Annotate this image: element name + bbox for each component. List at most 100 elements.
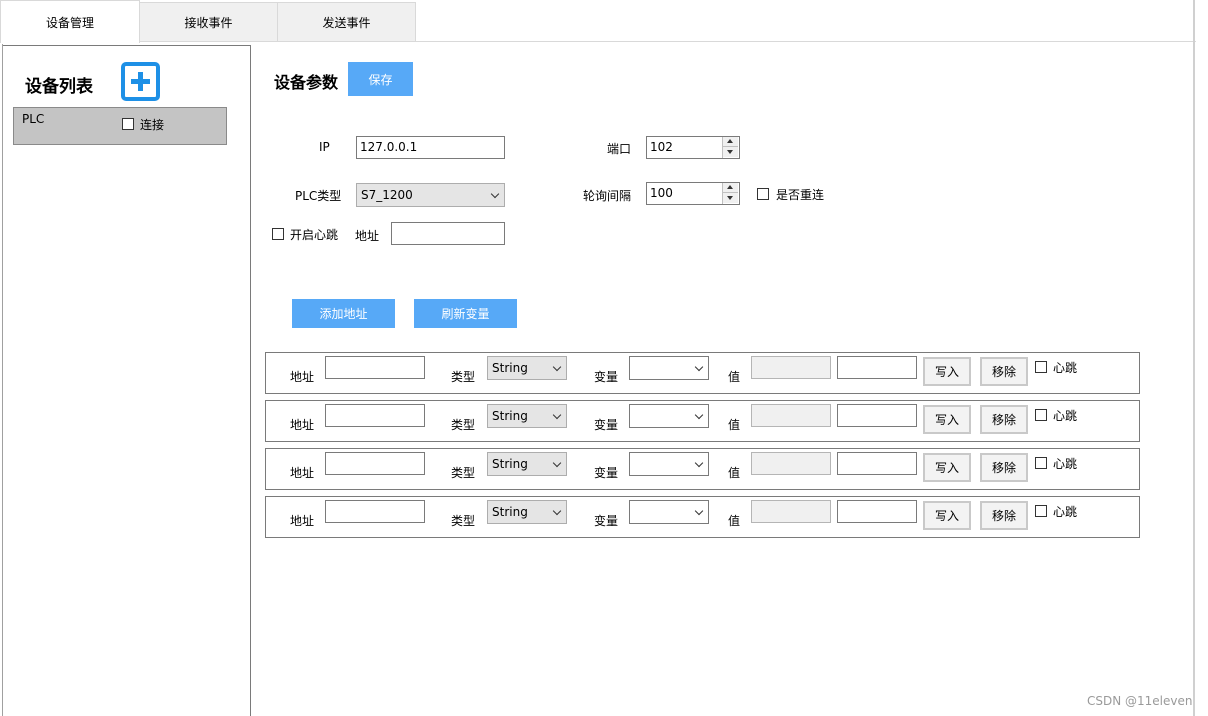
row-heartbeat-checkbox[interactable] — [1035, 361, 1047, 373]
row-heartbeat-label: 心跳 — [1053, 457, 1078, 471]
row-value-input[interactable] — [837, 452, 917, 475]
row-value-input[interactable] — [837, 500, 917, 523]
row-variable-select[interactable] — [629, 500, 709, 524]
address-row: 地址 类型 String 变量 值 写入 移除 心跳 — [265, 496, 1140, 538]
row-variable-select[interactable] — [629, 356, 709, 380]
heartbeat-checkbox[interactable] — [272, 228, 284, 240]
port-spin-buttons — [722, 137, 739, 158]
row-type-select[interactable]: String — [487, 452, 567, 476]
tab-divider — [0, 41, 1196, 42]
row-type-value: String — [492, 505, 528, 519]
row-remove-button[interactable]: 移除 — [980, 405, 1028, 434]
row-address-input[interactable] — [325, 452, 425, 475]
row-value-display — [751, 404, 831, 427]
row-write-button[interactable]: 写入 — [923, 453, 971, 482]
poll-interval-label: 轮询间隔 — [583, 189, 632, 203]
tab-send-events[interactable]: 发送事件 — [277, 2, 416, 42]
tab-label: 设备管理 — [45, 15, 94, 30]
row-value-display — [751, 356, 831, 379]
row-type-label: 类型 — [451, 370, 476, 384]
reconnect-label: 是否重连 — [776, 188, 825, 202]
row-address-input[interactable] — [325, 356, 425, 379]
row-value-label: 值 — [728, 370, 741, 384]
connect-checkbox[interactable] — [122, 118, 134, 130]
chevron-down-icon — [552, 410, 562, 420]
chevron-down-icon — [694, 506, 704, 516]
row-remove-button[interactable]: 移除 — [980, 501, 1028, 530]
row-address-input[interactable] — [325, 500, 425, 523]
row-address-input[interactable] — [325, 404, 425, 427]
row-value-label: 值 — [728, 514, 741, 528]
row-variable-select[interactable] — [629, 452, 709, 476]
reconnect-checkbox[interactable] — [757, 188, 769, 200]
spin-down-icon[interactable] — [723, 193, 738, 203]
row-remove-button[interactable]: 移除 — [980, 453, 1028, 482]
chevron-down-icon — [694, 362, 704, 372]
plc-type-label: PLC类型 — [295, 189, 342, 203]
row-type-value: String — [492, 361, 528, 375]
poll-interval-stepper[interactable]: 100 — [646, 182, 740, 205]
row-value-input[interactable] — [837, 404, 917, 427]
row-value-label: 值 — [728, 418, 741, 432]
chevron-down-icon — [694, 410, 704, 420]
port-value: 102 — [650, 140, 673, 154]
row-address-label: 地址 — [290, 418, 315, 432]
row-write-button[interactable]: 写入 — [923, 405, 971, 434]
row-remove-button[interactable]: 移除 — [980, 357, 1028, 386]
plc-type-value: S7_1200 — [361, 188, 413, 202]
tab-label: 发送事件 — [322, 15, 371, 30]
device-list-title: 设备列表 — [25, 77, 93, 97]
row-heartbeat-label: 心跳 — [1053, 361, 1078, 375]
row-heartbeat-checkbox[interactable] — [1035, 505, 1047, 517]
row-type-value: String — [492, 409, 528, 423]
row-address-label: 地址 — [290, 514, 315, 528]
poll-spin-buttons — [722, 183, 739, 204]
plc-type-select[interactable]: S7_1200 — [356, 183, 505, 207]
params-title: 设备参数 — [274, 73, 339, 92]
row-type-select[interactable]: String — [487, 500, 567, 524]
address-row: 地址 类型 String 变量 值 写入 移除 心跳 — [265, 448, 1140, 490]
row-heartbeat-checkbox[interactable] — [1035, 409, 1047, 421]
chevron-down-icon — [552, 458, 562, 468]
tab-label: 接收事件 — [184, 15, 233, 30]
spin-down-icon[interactable] — [723, 147, 738, 157]
tab-device-management[interactable]: 设备管理 — [0, 0, 140, 43]
chevron-down-icon — [490, 189, 500, 199]
heartbeat-address-input[interactable] — [391, 222, 505, 245]
row-value-input[interactable] — [837, 356, 917, 379]
row-type-value: String — [492, 457, 528, 471]
row-heartbeat-label: 心跳 — [1053, 505, 1078, 519]
row-type-select[interactable]: String — [487, 404, 567, 428]
connect-label: 连接 — [140, 118, 165, 132]
row-heartbeat-label: 心跳 — [1053, 409, 1078, 423]
chevron-down-icon — [552, 506, 562, 516]
ip-input[interactable]: 127.0.0.1 — [356, 136, 505, 159]
port-stepper[interactable]: 102 — [646, 136, 740, 159]
add-device-button[interactable] — [121, 62, 160, 101]
row-value-display — [751, 500, 831, 523]
spin-up-icon[interactable] — [723, 183, 738, 193]
row-type-label: 类型 — [451, 514, 476, 528]
tab-receive-events[interactable]: 接收事件 — [139, 2, 278, 42]
row-variable-select[interactable] — [629, 404, 709, 428]
row-write-button[interactable]: 写入 — [923, 501, 971, 530]
row-address-label: 地址 — [290, 466, 315, 480]
row-variable-label: 变量 — [594, 370, 619, 384]
spin-up-icon[interactable] — [723, 137, 738, 147]
address-row: 地址 类型 String 变量 值 写入 移除 心跳 — [265, 400, 1140, 442]
add-address-button[interactable]: 添加地址 — [292, 299, 395, 328]
device-list-panel — [3, 45, 251, 716]
row-type-select[interactable]: String — [487, 356, 567, 380]
window-edge — [1193, 0, 1195, 716]
device-name: PLC — [22, 112, 45, 126]
row-write-button[interactable]: 写入 — [923, 357, 971, 386]
row-variable-label: 变量 — [594, 514, 619, 528]
refresh-variables-button[interactable]: 刷新变量 — [414, 299, 517, 328]
row-type-label: 类型 — [451, 418, 476, 432]
row-value-label: 值 — [728, 466, 741, 480]
device-list-item[interactable]: PLC — [13, 107, 227, 145]
row-heartbeat-checkbox[interactable] — [1035, 457, 1047, 469]
row-address-label: 地址 — [290, 370, 315, 384]
save-button[interactable]: 保存 — [348, 62, 413, 96]
row-variable-label: 变量 — [594, 466, 619, 480]
